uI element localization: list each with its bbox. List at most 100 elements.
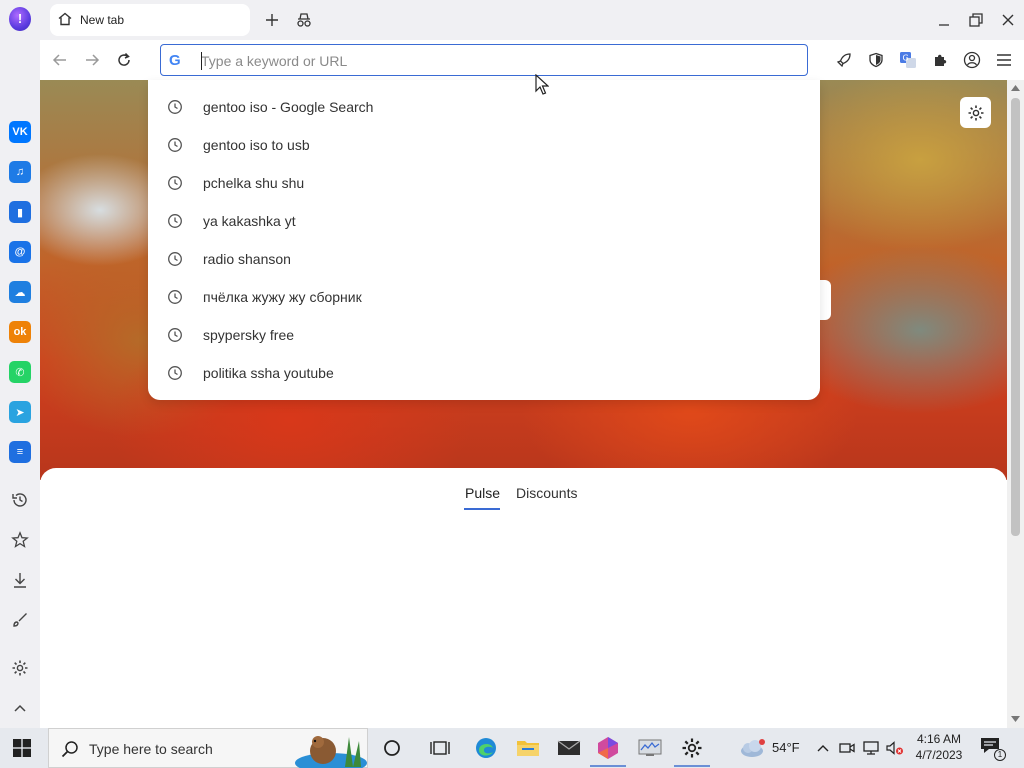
edge-icon (476, 738, 496, 758)
clock-icon (168, 252, 182, 266)
translate-button[interactable]: G (896, 48, 920, 72)
chevron-up-icon (817, 745, 829, 752)
menu-button[interactable] (992, 48, 1016, 72)
sidebar-app-cloud[interactable]: ☁ (9, 281, 31, 303)
rocket-button[interactable] (832, 48, 856, 72)
network-icon (863, 741, 879, 755)
telegram-icon: ➤ (15, 406, 25, 419)
download-icon (14, 573, 26, 588)
back-button[interactable] (48, 48, 72, 72)
page-settings-button[interactable] (960, 97, 991, 128)
themes-button[interactable] (8, 608, 32, 632)
sidebar-app-mail[interactable]: @ (9, 241, 31, 263)
sidebar-app-list[interactable]: ≡ (9, 441, 31, 463)
notification-count: 1 (994, 749, 1006, 761)
rocket-icon (836, 53, 851, 68)
puzzle-icon (935, 54, 947, 66)
history-button[interactable] (8, 488, 32, 512)
extensions-button[interactable] (928, 48, 952, 72)
show-hidden-icons-button[interactable] (814, 739, 832, 757)
suggestion-item[interactable]: politika ssha youtube (148, 354, 820, 392)
toolbar: G G (40, 40, 1024, 80)
history-icon (12, 493, 27, 507)
taskbar-app-explorer[interactable] (514, 734, 542, 762)
taskbar-app-browser[interactable] (594, 734, 622, 762)
camera-icon (839, 743, 855, 753)
hamburger-menu-icon (997, 54, 1011, 66)
clock-icon (168, 290, 182, 304)
bookmarks-button[interactable] (8, 528, 32, 552)
suggestion-item[interactable]: пчёлка жужу жу сборник (148, 278, 820, 316)
forward-button[interactable] (80, 48, 104, 72)
address-input[interactable] (201, 51, 781, 71)
scrollbar-thumb[interactable] (1011, 98, 1020, 536)
suggestion-text: radio shanson (203, 251, 291, 267)
minimize-icon (939, 24, 949, 26)
tab-title: New tab (80, 13, 125, 27)
suggestion-item[interactable]: gentoo iso to usb (148, 126, 820, 164)
browser-logo-icon[interactable]: ! (9, 7, 31, 31)
browser-app-icon (598, 737, 618, 759)
music-icon: ♫ (15, 166, 25, 178)
taskbar-app-settings[interactable] (678, 734, 706, 762)
incognito-button[interactable] (293, 9, 315, 31)
sidebar-app-music[interactable]: ♫ (9, 161, 31, 183)
scroll-down-icon[interactable] (1011, 716, 1020, 722)
suggestion-item[interactable]: radio shanson (148, 240, 820, 278)
resource-monitor-icon (638, 739, 662, 756)
clock-icon (168, 214, 182, 228)
shield-button[interactable] (864, 48, 888, 72)
tray-volume[interactable] (886, 739, 904, 757)
suggestion-item[interactable]: spypersky free (148, 316, 820, 354)
notifications-button[interactable]: 1 (980, 737, 1006, 761)
tab-pulse[interactable]: Pulse (465, 485, 500, 501)
scroll-up-icon[interactable] (1011, 85, 1020, 91)
settings-button[interactable] (8, 656, 32, 680)
page-scrollbar[interactable] (1007, 80, 1024, 728)
taskview-button[interactable] (426, 734, 454, 762)
profile-button[interactable] (960, 48, 984, 72)
close-button[interactable] (994, 6, 1022, 34)
clock-icon (168, 176, 182, 190)
taskbar-search[interactable]: Type here to search (48, 728, 368, 768)
sidebar-app-odnoklassniki[interactable]: ok (9, 321, 31, 343)
restore-button[interactable] (962, 6, 990, 34)
reload-button[interactable] (112, 48, 136, 72)
windows-start-icon[interactable] (12, 738, 32, 758)
svg-text:G: G (903, 54, 909, 63)
tab-discounts[interactable]: Discounts (516, 485, 577, 501)
tray-network[interactable] (862, 739, 880, 757)
taskbar-app-edge[interactable] (472, 734, 500, 762)
minimize-button[interactable] (930, 6, 958, 34)
chevron-up-icon (14, 704, 26, 712)
address-bar[interactable]: G (160, 44, 808, 76)
clock-date[interactable]: 4/7/2023 (912, 748, 966, 762)
suggestion-text: pchelka shu shu (203, 175, 305, 191)
clock-icon (168, 100, 182, 114)
task-view-button[interactable] (378, 734, 406, 762)
tab-new-tab[interactable]: New tab (50, 4, 250, 36)
downloads-button[interactable] (8, 568, 32, 592)
collapse-sidebar-button[interactable] (8, 696, 32, 720)
suggestion-item[interactable]: gentoo iso - Google Search (148, 88, 820, 126)
weather-cloud-icon[interactable] (738, 738, 768, 758)
sidebar-app-telegram[interactable]: ➤ (9, 401, 31, 423)
search-box-edge (820, 280, 831, 320)
clock-time[interactable]: 4:16 AM (916, 732, 962, 746)
star-icon (11, 531, 29, 548)
sidebar-app-whatsapp[interactable]: ✆ (9, 361, 31, 383)
envelope-icon (557, 740, 581, 755)
running-app-indicator (674, 765, 710, 767)
sidebar-app-vk[interactable]: VK (9, 121, 31, 143)
brush-icon (13, 613, 27, 627)
suggestion-item[interactable]: ya kakashka yt (148, 202, 820, 240)
suggestion-item[interactable]: pchelka shu shu (148, 164, 820, 202)
taskbar-app-mail[interactable] (555, 734, 583, 762)
tray-meet-now[interactable] (838, 739, 856, 757)
weather-temperature[interactable]: 54°F (772, 740, 800, 755)
taskbar-app-monitor[interactable] (636, 734, 664, 762)
new-tab-button[interactable] (261, 9, 283, 31)
feed-panel: Pulse Discounts (40, 468, 1007, 728)
sidebar-app-stats[interactable]: ▮ (9, 201, 31, 223)
suggestion-text: gentoo iso - Google Search (203, 99, 374, 115)
